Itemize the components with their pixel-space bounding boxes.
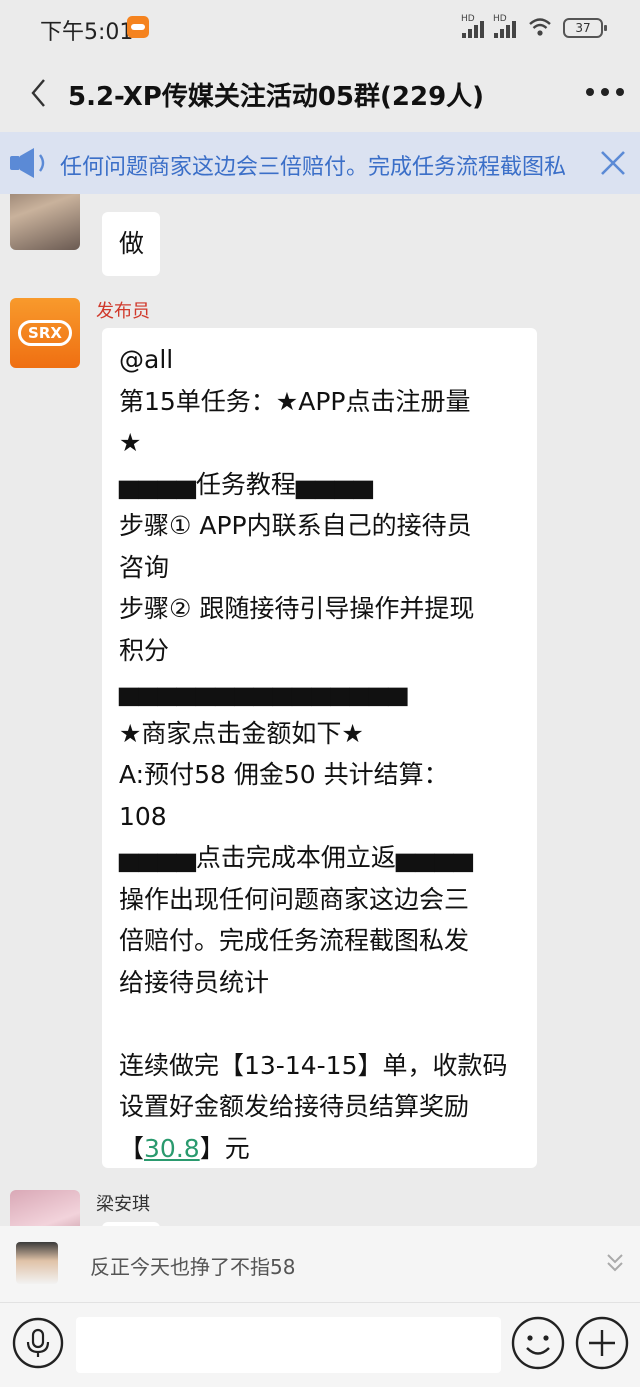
reward-suffix: 】元 [199,1133,250,1163]
app-notification-icon [127,16,149,38]
plus-icon[interactable] [575,1316,629,1370]
expand-icon[interactable] [605,1252,625,1274]
group-notice-bar[interactable]: 任何问题商家这边会三倍赔付。完成任务流程截图私 [0,132,640,194]
message-line: 积分 [119,635,170,665]
message-line: 步骤② 跟随接待引导操作并提现 [119,594,475,623]
status-bar: 下午5:01 HD HD 37 [0,0,640,58]
message-line: 设置好金额发给接待员结算奖励 [119,1092,470,1121]
signal-icon-2 [492,18,518,38]
avatar [16,1242,58,1284]
avatar[interactable] [10,1190,80,1226]
new-message-preview[interactable]: 反正今天也挣了不指58 [0,1226,640,1302]
message-line: 第15单任务：★APP点击注册量 [119,386,471,416]
message-line: 108 [119,801,167,831]
message-line: 连续做完【13-14-15】单，收款码 [119,1050,508,1080]
emoji-icon[interactable] [511,1316,565,1370]
message-line [119,1003,537,1045]
speaker-icon [10,148,45,178]
message-line: 倍赔付。完成任务流程截图私发 [119,926,470,955]
message-line: 咨询 [119,552,170,582]
status-time: 下午5:01 [40,20,134,45]
input-bar [0,1302,640,1387]
message-line: ★ [119,428,142,457]
back-icon[interactable] [24,76,54,110]
message-input[interactable] [76,1317,501,1373]
close-icon[interactable] [600,150,626,176]
reward-amount-link[interactable]: 30.8 [144,1134,200,1163]
signal-icon-1 [460,18,486,38]
message-bubble[interactable]: 做 [102,212,160,276]
message-line: 操作出现任何问题商家这边会三 [119,884,470,914]
message-line: ★商家点击金额如下★ [119,718,364,748]
reward-prefix: 【 [119,1133,145,1163]
message-line: ▅▅▅▅▅▅▅▅▅▅▅▅▅▅▅ [119,677,408,706]
avatar[interactable] [10,194,80,250]
message-line: ▅▅▅▅任务教程▅▅▅▅ [119,469,373,499]
more-icon[interactable] [586,88,626,98]
preview-text: 反正今天也挣了不指58 [90,1255,296,1279]
avatar[interactable]: SRX [10,298,80,368]
chat-messages[interactable]: 做 SRX 发布员 @all 第15单任务：★APP点击注册量 ★ ▅▅▅▅任务… [0,194,640,1226]
message-line: @all [119,345,174,374]
message-line: A:预付58 佣金50 共计结算： [119,760,449,789]
notice-text: 任何问题商家这边会三倍赔付。完成任务流程截图私 [60,155,567,180]
sender-name: 梁安琪 [96,1194,150,1215]
message-line: ▅▅▅▅点击完成本佣立返▅▅▅▅ [119,843,473,872]
battery-indicator: 37 [563,18,607,38]
chat-title: 5.2-XP传媒关注活动05群(229人) [68,82,485,112]
message-line-reward: 【30.8】元 [119,1128,537,1170]
message-bubble[interactable]: @all 第15单任务：★APP点击注册量 ★ ▅▅▅▅任务教程▅▅▅▅ 步骤①… [102,328,537,1168]
srx-logo: SRX [18,320,72,346]
wifi-icon [529,18,551,36]
title-bar: 5.2-XP传媒关注活动05群(229人) [0,58,640,130]
message-line: 步骤① APP内联系自己的接待员 [119,511,472,540]
sender-name: 发布员 [96,301,150,322]
voice-icon[interactable] [12,1317,64,1369]
message-line: 给接待员统计 [119,967,270,997]
